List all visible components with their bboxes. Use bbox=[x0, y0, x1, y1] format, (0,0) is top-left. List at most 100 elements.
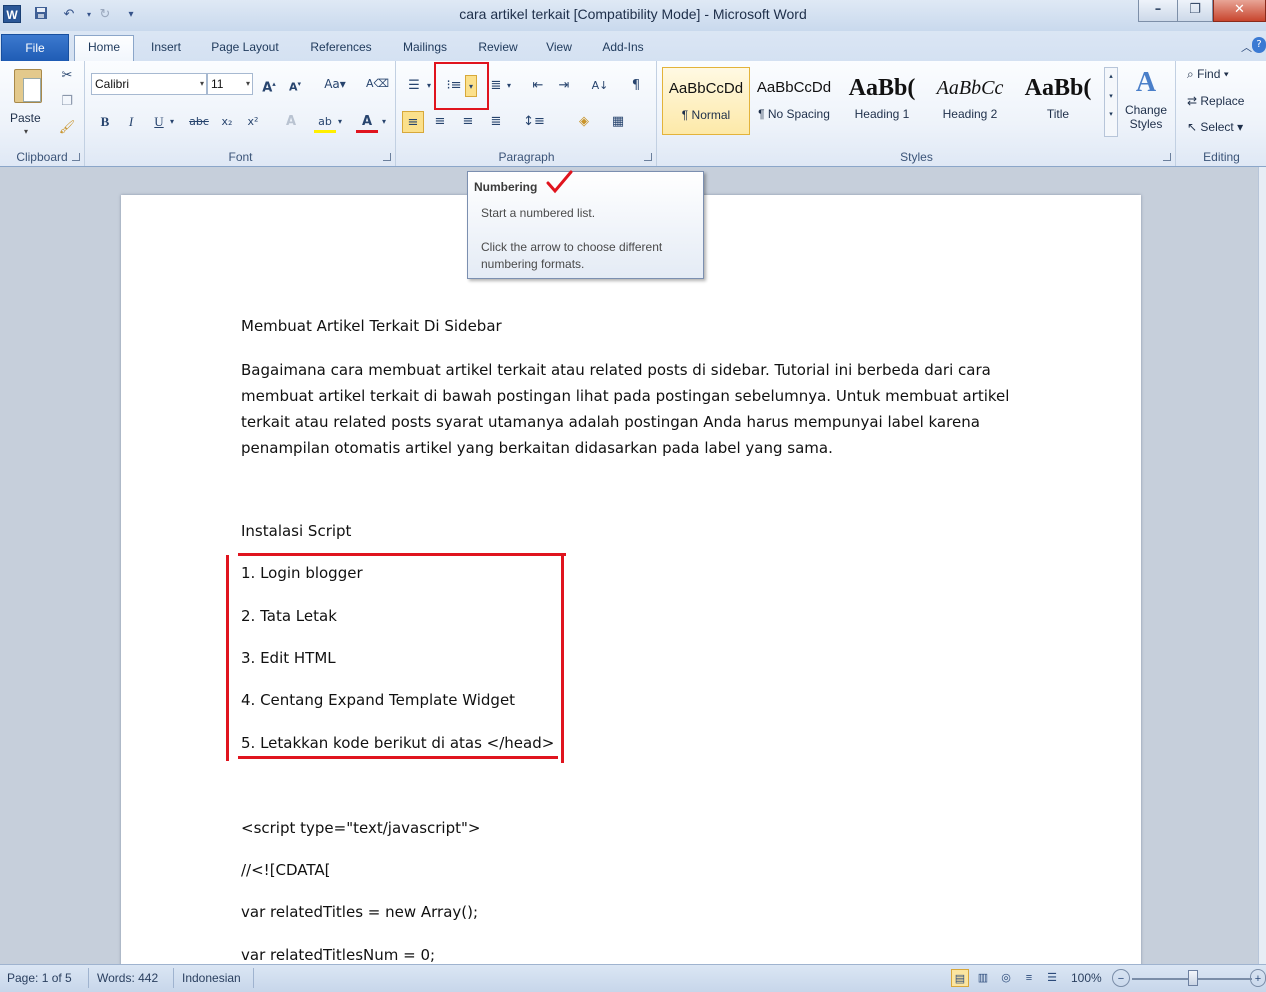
maximize-button[interactable]: ❐ bbox=[1177, 0, 1213, 22]
page-count[interactable]: Page: 1 of 5 bbox=[7, 971, 72, 985]
outline-icon[interactable]: ≡ bbox=[1020, 969, 1038, 987]
select-cursor-icon: ↖ bbox=[1187, 120, 1201, 134]
status-separator bbox=[253, 968, 254, 988]
change-styles-icon: A bbox=[1135, 67, 1157, 98]
paragraph-line: terkait atau related posts syarat utaman… bbox=[241, 413, 980, 431]
tab-home[interactable]: Home bbox=[74, 35, 134, 62]
tab-add-ins[interactable]: Add-Ins bbox=[594, 36, 652, 61]
copy-icon[interactable]: ❐ bbox=[56, 91, 78, 113]
change-styles-button[interactable]: A Change Styles bbox=[1120, 67, 1172, 147]
cut-icon[interactable]: ✂ bbox=[56, 65, 78, 87]
doc-subheading: Instalasi Script bbox=[241, 522, 352, 540]
tab-page-layout[interactable]: Page Layout bbox=[202, 36, 288, 61]
replace-button[interactable]: ⇄ Replace bbox=[1187, 94, 1244, 108]
status-bar: Page: 1 of 5 Words: 442 Indonesian ▤ ▥ ◎… bbox=[0, 964, 1266, 992]
style-no-spacing-name: ¶ No Spacing bbox=[758, 107, 830, 121]
font-launcher-icon[interactable] bbox=[383, 153, 391, 161]
zoom-slider-thumb[interactable] bbox=[1188, 970, 1198, 986]
paragraph-line: membuat artikel terkait di bawah posting… bbox=[241, 387, 1010, 405]
underline-dropdown-icon[interactable]: ▾ bbox=[166, 111, 178, 133]
minimize-ribbon-icon[interactable]: ︿ bbox=[1241, 39, 1252, 55]
tab-insert[interactable]: Insert bbox=[141, 36, 191, 61]
status-separator bbox=[173, 968, 174, 988]
style-title[interactable]: AaBb( Title bbox=[1014, 67, 1102, 135]
close-button[interactable]: ✕ bbox=[1213, 0, 1266, 22]
zoom-in-icon[interactable]: + bbox=[1250, 969, 1266, 987]
replace-icon: ⇄ bbox=[1187, 94, 1201, 108]
style-normal[interactable]: AaBbCcDd ¶ Normal bbox=[662, 67, 750, 135]
draft-icon[interactable]: ☰ bbox=[1043, 969, 1061, 987]
find-label: Find bbox=[1197, 67, 1221, 81]
sort-icon[interactable]: A↓ bbox=[589, 75, 611, 97]
multilevel-dropdown-icon[interactable]: ▾ bbox=[503, 75, 515, 97]
paste-icon[interactable] bbox=[14, 69, 42, 103]
paragraph-launcher-icon[interactable] bbox=[644, 153, 652, 161]
increase-indent-icon[interactable]: ⇥ bbox=[553, 75, 575, 97]
style-heading-1-name: Heading 1 bbox=[854, 107, 910, 121]
style-title-sample: AaBb( bbox=[1024, 75, 1092, 101]
minimize-button[interactable]: – bbox=[1138, 0, 1178, 22]
highlight-dropdown-icon[interactable]: ▾ bbox=[334, 111, 346, 133]
align-right-icon[interactable]: ≡ bbox=[457, 111, 479, 133]
web-layout-icon[interactable]: ◎ bbox=[997, 969, 1015, 987]
font-family-combo[interactable]: Calibri ▾ bbox=[91, 73, 207, 95]
tab-references[interactable]: References bbox=[300, 36, 382, 61]
italic-icon[interactable]: I bbox=[120, 111, 142, 133]
window-title: cara artikel terkait [Compatibility Mode… bbox=[459, 6, 807, 22]
clipboard-group: Paste ▾ ✂ ❐ 🖌 Clipboard bbox=[0, 61, 85, 166]
styles-group: AaBbCcDd ¶ Normal AaBbCcDd ¶ No Spacing … bbox=[658, 61, 1176, 166]
strikethrough-icon[interactable]: abc bbox=[188, 111, 210, 133]
font-size-combo[interactable]: 11 ▾ bbox=[207, 73, 253, 95]
font-color-dropdown-icon[interactable]: ▾ bbox=[378, 111, 390, 133]
styles-scroll[interactable]: ▴ ▾ ▾ bbox=[1104, 67, 1118, 137]
format-painter-icon[interactable]: 🖌 bbox=[56, 117, 78, 139]
tab-mailings[interactable]: Mailings bbox=[393, 36, 457, 61]
vertical-scrollbar[interactable] bbox=[1258, 167, 1266, 964]
paste-button[interactable]: Paste bbox=[10, 111, 41, 125]
zoom-out-icon[interactable]: − bbox=[1112, 969, 1130, 987]
shading-icon[interactable]: ◈ bbox=[573, 111, 595, 133]
code-line: //<![CDATA[ bbox=[241, 861, 331, 879]
style-heading-1[interactable]: AaBb( Heading 1 bbox=[838, 67, 926, 135]
numbering-tooltip: Numbering Start a numbered list. Click t… bbox=[467, 170, 704, 279]
line-spacing-icon[interactable]: ↕≡ bbox=[523, 111, 545, 133]
superscript-icon[interactable]: x² bbox=[242, 111, 264, 133]
word-count[interactable]: Words: 442 bbox=[97, 971, 158, 985]
bullets-icon[interactable]: ☰ bbox=[403, 75, 425, 97]
font-label: Font bbox=[228, 150, 253, 164]
subscript-icon[interactable]: x₂ bbox=[216, 111, 238, 133]
text-effects-icon[interactable]: A bbox=[280, 111, 302, 133]
find-button[interactable]: ⌕ Find ▾ bbox=[1187, 67, 1229, 82]
print-layout-icon[interactable]: ▤ bbox=[951, 969, 969, 987]
zoom-level[interactable]: 100% bbox=[1071, 971, 1102, 985]
grow-font-icon[interactable]: A▴ bbox=[258, 73, 280, 95]
font-color-icon[interactable]: A bbox=[356, 111, 378, 133]
style-no-spacing[interactable]: AaBbCcDd ¶ No Spacing bbox=[750, 67, 838, 135]
paste-dropdown-icon[interactable]: ▾ bbox=[24, 127, 28, 136]
clear-formatting-icon[interactable]: A⌫ bbox=[366, 73, 389, 95]
select-button[interactable]: ↖ Select ▾ bbox=[1187, 120, 1243, 134]
change-case-icon[interactable]: Aa▾ bbox=[318, 73, 352, 95]
show-hide-icon[interactable]: ¶ bbox=[625, 75, 647, 97]
tab-review[interactable]: Review bbox=[470, 36, 526, 61]
align-center-icon[interactable]: ≡ bbox=[429, 111, 451, 133]
full-screen-reading-icon[interactable]: ▥ bbox=[974, 969, 992, 987]
ribbon: Paste ▾ ✂ ❐ 🖌 Clipboard Calibri ▾ 11 ▾ A ▴ … bbox=[0, 61, 1266, 167]
language-indicator[interactable]: Indonesian bbox=[182, 971, 241, 985]
select-label: Select bbox=[1200, 120, 1234, 134]
styles-launcher-icon[interactable] bbox=[1163, 153, 1171, 161]
clipboard-launcher-icon[interactable] bbox=[72, 153, 80, 161]
binoculars-icon: ⌕ bbox=[1187, 67, 1198, 81]
bold-icon[interactable]: B bbox=[94, 111, 116, 133]
tab-file[interactable]: File bbox=[1, 34, 69, 62]
tab-view[interactable]: View bbox=[538, 36, 580, 61]
decrease-indent-icon[interactable]: ⇤ bbox=[527, 75, 549, 97]
justify-icon[interactable]: ≣ bbox=[485, 111, 507, 133]
help-icon[interactable]: ? bbox=[1252, 37, 1266, 53]
borders-icon[interactable]: ▦ bbox=[607, 111, 629, 133]
align-left-icon[interactable]: ≡ bbox=[402, 111, 424, 133]
code-line: var relatedTitlesNum = 0; bbox=[241, 946, 436, 964]
style-heading-2[interactable]: AaBbCc Heading 2 bbox=[926, 67, 1014, 135]
highlight-icon[interactable]: ab bbox=[314, 111, 336, 133]
shrink-font-icon[interactable]: A▾ bbox=[284, 73, 306, 95]
